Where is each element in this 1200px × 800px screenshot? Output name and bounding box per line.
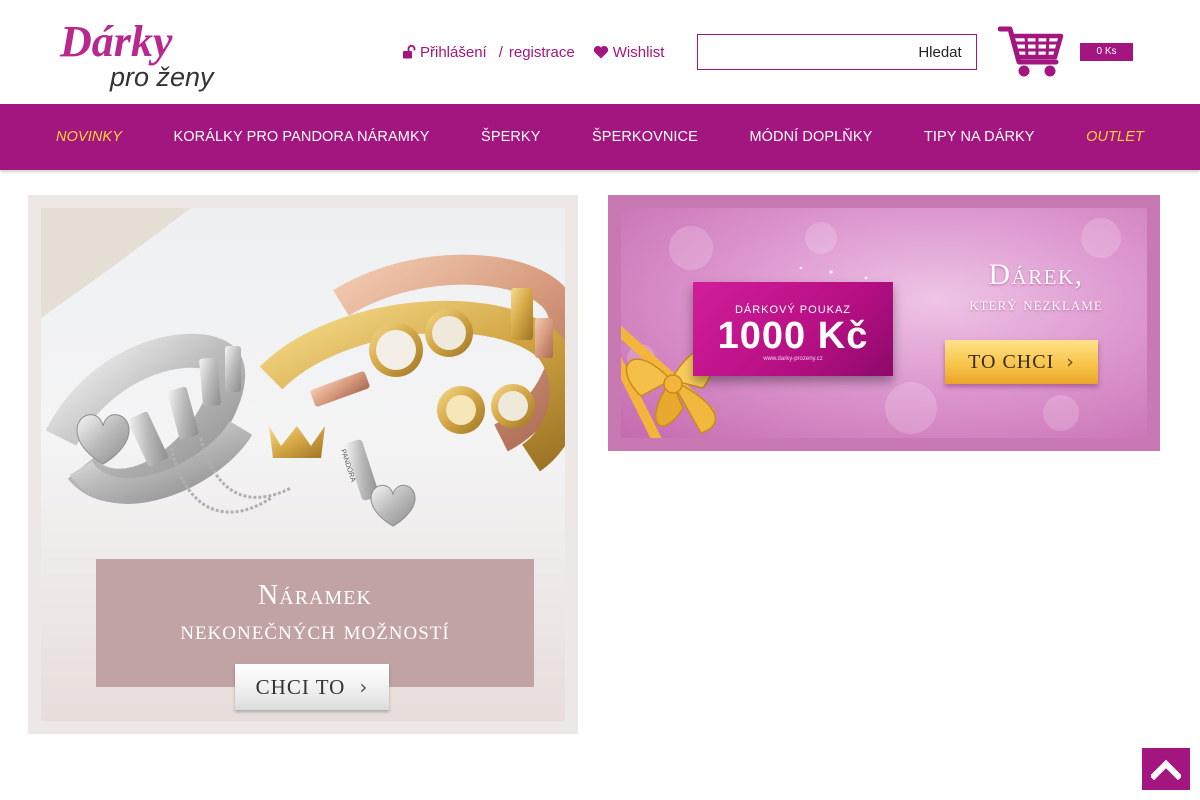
- logo-text-top: Dárky: [59, 17, 173, 66]
- nav-link-sperky[interactable]: Šperky: [481, 129, 540, 145]
- nav-link-novinky[interactable]: Novinky: [56, 129, 122, 145]
- link-separator: /: [498, 43, 503, 61]
- nav-item-sperky: Šperky: [481, 128, 540, 146]
- nav-link-modni-doplnky[interactable]: Módní doplňky: [749, 129, 872, 145]
- gift-voucher-subtitle: který nezklame: [969, 294, 1103, 315]
- nav-link-koralky[interactable]: Korálky pro Pandora náramky: [174, 129, 430, 145]
- unlock-icon: [403, 45, 416, 59]
- main-nav: Novinky Korálky pro Pandora náramky Šper…: [0, 104, 1200, 170]
- nav-link-outlet[interactable]: Outlet: [1086, 129, 1144, 145]
- site-logo[interactable]: Dárky pro ženy: [58, 12, 228, 92]
- bracelet-promo-subtitle: nekonečných možností: [180, 615, 450, 645]
- nav-item-modni-doplnky: Módní doplňky: [749, 128, 872, 146]
- search-form: Hledat: [697, 34, 977, 70]
- user-links: Přihlášení / registrace Wishlist: [402, 42, 664, 62]
- gift-voucher-image: DÁRKOVÝ POUKAZ 1000 Kč www.darky-prozeny…: [621, 208, 1147, 438]
- logo-icon: Dárky pro ženy: [59, 17, 215, 92]
- site-header: Dárky pro ženy Přihlášení / registrace W…: [0, 0, 1200, 104]
- gift-voucher-banner[interactable]: DÁRKOVÝ POUKAZ 1000 Kč www.darky-prozeny…: [608, 195, 1160, 451]
- nav-link-sperkovnice[interactable]: Šperkovnice: [592, 129, 698, 145]
- wishlist-label: Wishlist: [612, 43, 665, 61]
- cart-link[interactable]: [998, 24, 1064, 80]
- nav-item-novinky: Novinky: [56, 128, 122, 146]
- chevron-up-icon: [1151, 759, 1181, 780]
- scroll-to-top-button[interactable]: [1142, 748, 1190, 790]
- nav-item-tipy-na-darky: Tipy na dárky: [924, 128, 1035, 146]
- logo-text-bottom: pro ženy: [109, 62, 215, 92]
- login-label: Přihlášení: [420, 43, 487, 61]
- nav-item-sperkovnice: Šperkovnice: [592, 128, 698, 146]
- chevron-right-icon: ›: [359, 675, 369, 699]
- search-button[interactable]: Hledat: [908, 35, 976, 69]
- bracelet-promo-title: Náramek: [258, 580, 372, 611]
- gift-voucher-card: DÁRKOVÝ POUKAZ 1000 Kč www.darky-prozeny…: [693, 282, 893, 376]
- bracelet-promo-cta-button[interactable]: CHCI TO ›: [235, 664, 389, 710]
- nav-item-koralky: Korálky pro Pandora náramky: [174, 128, 430, 146]
- cart-count-badge[interactable]: 0 Ks: [1080, 43, 1133, 61]
- voucher-amount: 1000 Kč: [717, 315, 869, 357]
- chevron-right-icon: ›: [1066, 351, 1075, 373]
- nav-item-outlet: Outlet: [1086, 128, 1144, 146]
- gift-voucher-cta-label: TO CHCI: [968, 350, 1055, 373]
- shopping-cart-icon: [998, 26, 1064, 77]
- bracelet-promo-cta-label: CHCI TO: [255, 674, 346, 699]
- nav-link-tipy-na-darky[interactable]: Tipy na dárky: [924, 129, 1035, 145]
- gift-voucher-heading: Dárek, který nezklame: [931, 258, 1141, 318]
- gift-voucher-title: Dárek,: [988, 258, 1084, 291]
- register-link[interactable]: registrace: [509, 44, 575, 61]
- bracelet-promo-image: PANDORA Náramek nekonečných možností CHC…: [41, 208, 565, 721]
- wishlist-link[interactable]: Wishlist: [593, 43, 665, 61]
- gift-voucher-cta-button[interactable]: TO CHCI ›: [945, 340, 1098, 384]
- search-input[interactable]: [698, 35, 908, 69]
- login-link[interactable]: Přihlášení: [402, 44, 487, 61]
- heart-icon: [593, 45, 608, 59]
- bracelet-promo-banner[interactable]: PANDORA Náramek nekonečných možností CHC…: [28, 195, 578, 734]
